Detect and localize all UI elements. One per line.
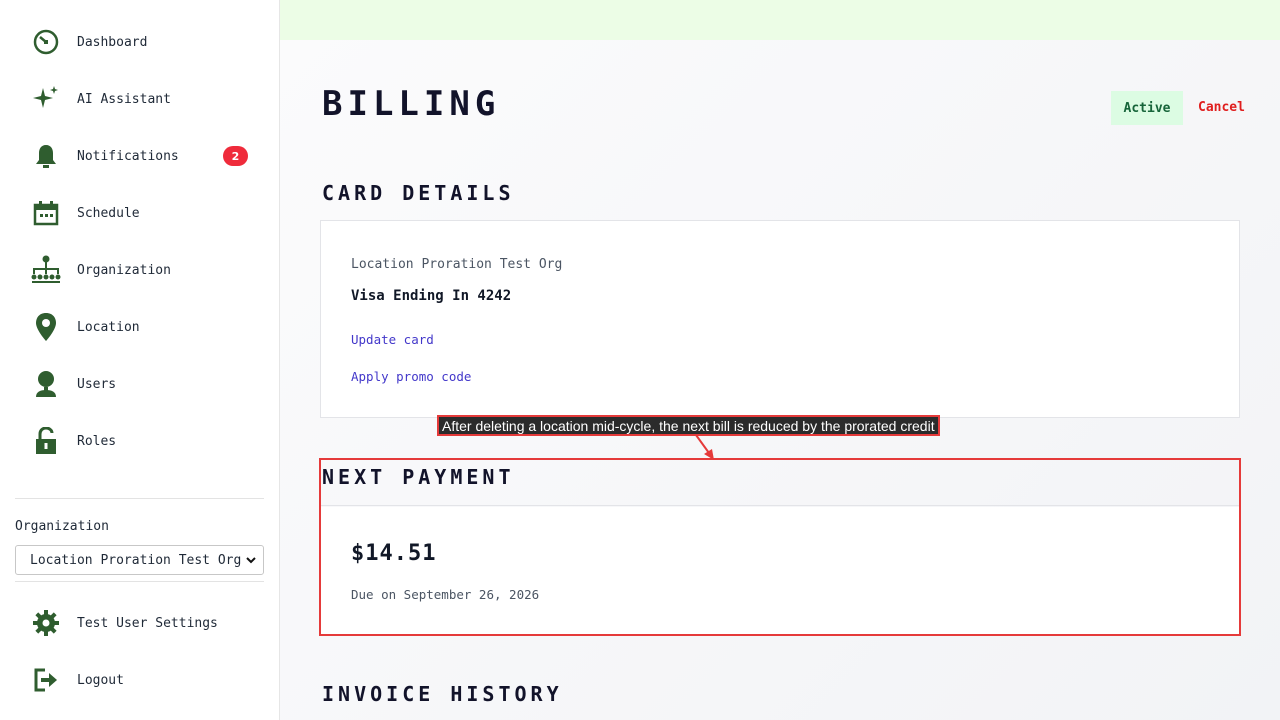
update-card-link[interactable]: Update card (351, 332, 434, 347)
org-chart-icon (30, 254, 62, 286)
annotation-arrow-icon (695, 434, 714, 460)
sidebar-item-label: Schedule (77, 205, 140, 221)
page-title: BILLING (322, 84, 501, 124)
sidebar-item-more[interactable] (30, 478, 260, 492)
cancel-subscription-link[interactable]: Cancel (1198, 100, 1245, 115)
sidebar-item-schedule[interactable]: Schedule (30, 193, 260, 233)
next-payment-title: NEXT PAYMENT (322, 465, 515, 489)
sidebar-divider (15, 581, 264, 582)
lock-icon (30, 425, 62, 457)
organization-select-value: Location Proration Test Org (30, 552, 242, 568)
next-payment-due-date: Due on September 26, 2026 (351, 587, 540, 602)
invoice-history-title: INVOICE HISTORY (322, 682, 563, 706)
sidebar-item-label: Dashboard (77, 34, 148, 50)
sidebar-item-label: Roles (77, 433, 117, 449)
gear-icon (30, 607, 62, 639)
sidebar-divider (15, 498, 264, 499)
sidebar-item-label: AI Assistant (77, 91, 171, 107)
sidebar-item-label: Users (77, 376, 117, 392)
sidebar-item-roles[interactable]: Roles (30, 421, 260, 461)
sidebar-item-label: Test User Settings (77, 615, 218, 631)
next-payment-amount: $14.51 (351, 541, 437, 566)
sidebar-item-label: Logout (77, 672, 124, 688)
sidebar-nav: Dashboard AI Assistant Notifications 2 S… (0, 0, 280, 492)
sidebar-item-ai-assistant[interactable]: AI Assistant (30, 79, 260, 119)
organization-select[interactable]: Location Proration Test Org (15, 545, 264, 575)
sidebar-item-logout[interactable]: Logout (30, 660, 260, 700)
user-icon (30, 368, 62, 400)
logout-icon (30, 664, 62, 696)
card-description: Visa Ending In 4242 (351, 288, 512, 304)
sidebar-item-settings[interactable]: Test User Settings (30, 603, 260, 643)
card-details-title: CARD DETAILS (322, 181, 515, 205)
calendar-icon (30, 197, 62, 229)
sidebar-item-label: Organization (77, 262, 171, 278)
sidebar-item-notifications[interactable]: Notifications 2 (30, 136, 260, 176)
map-pin-icon (30, 311, 62, 343)
sidebar-item-location[interactable]: Location (30, 307, 260, 347)
more-item-icon (30, 482, 62, 492)
sidebar-item-users[interactable]: Users (30, 364, 260, 404)
organization-label: Organization (15, 519, 109, 534)
dashboard-icon (30, 26, 62, 58)
status-badge: Active (1111, 91, 1183, 125)
sidebar: Dashboard AI Assistant Notifications 2 S… (0, 0, 280, 720)
next-payment-panel: $14.51 Due on September 26, 2026 (321, 507, 1239, 634)
card-org-name: Location Proration Test Org (351, 257, 563, 272)
sidebar-item-label: Location (77, 319, 140, 335)
chevron-down-icon (245, 554, 257, 570)
sidebar-item-dashboard[interactable]: Dashboard (30, 22, 260, 62)
annotation-callout: After deleting a location mid-cycle, the… (437, 415, 940, 436)
top-bar (280, 0, 1280, 40)
apply-promo-code-link[interactable]: Apply promo code (351, 369, 471, 384)
sidebar-item-organization[interactable]: Organization (30, 250, 260, 290)
bell-icon (30, 140, 62, 172)
notification-count-badge: 2 (223, 146, 248, 166)
sidebar-item-label: Notifications (77, 148, 179, 164)
sparkle-icon (30, 83, 62, 115)
card-details-panel: Location Proration Test Org Visa Ending … (320, 220, 1240, 418)
